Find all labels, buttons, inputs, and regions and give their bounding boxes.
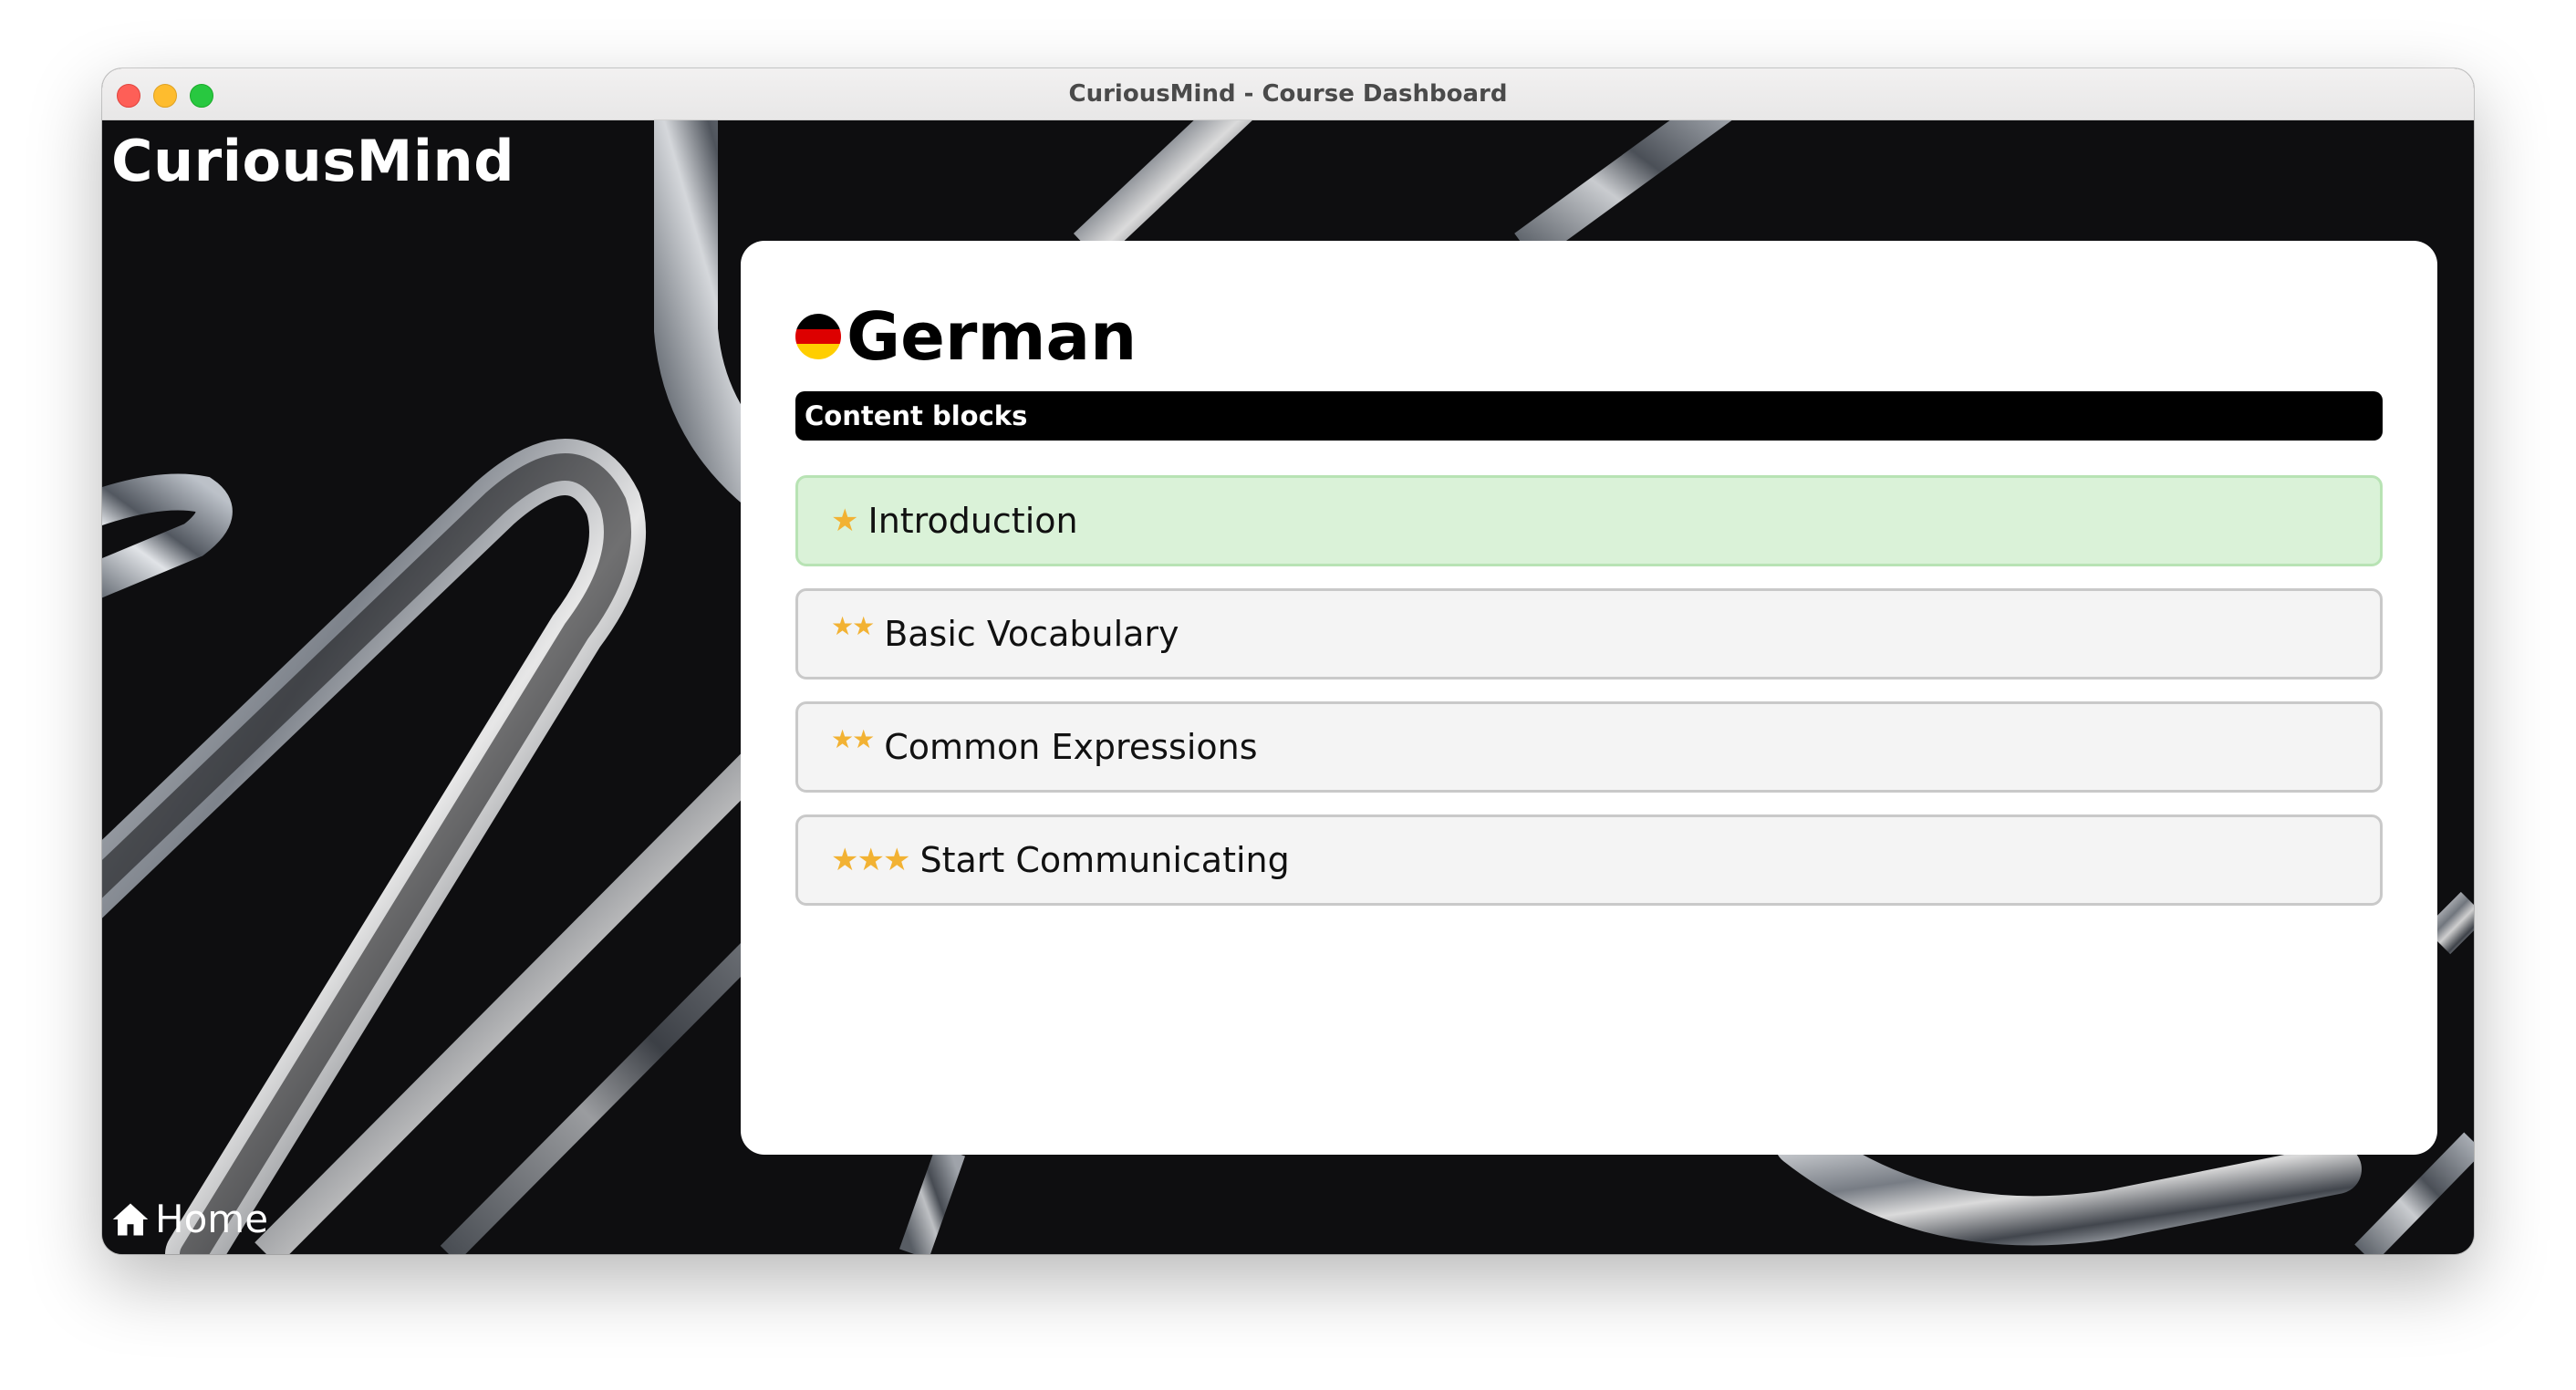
title-bar: CuriousMind - Course Dashboard bbox=[102, 68, 2474, 120]
difficulty-stars: ★★ bbox=[831, 723, 875, 754]
content-block-label: Introduction bbox=[867, 501, 1078, 541]
difficulty-stars: ★★★ bbox=[831, 842, 910, 878]
app-window: CuriousMind - Course Dashboard CuriousMi… bbox=[102, 68, 2474, 1254]
german-flag-icon bbox=[795, 314, 841, 359]
content-block-introduction[interactable]: ★ Introduction bbox=[795, 475, 2383, 566]
content-block-start-communicating[interactable]: ★★★ Start Communicating bbox=[795, 814, 2383, 906]
content-block-label: Start Communicating bbox=[919, 840, 1290, 880]
course-card: German Content blocks ★ Introduction ★★ … bbox=[741, 241, 2437, 1155]
home-label: Home bbox=[155, 1197, 269, 1241]
difficulty-stars: ★ bbox=[831, 503, 859, 539]
content-block-list: ★ Introduction ★★ Basic Vocabulary ★★ Co… bbox=[795, 475, 2383, 928]
content-block-label: Basic Vocabulary bbox=[884, 614, 1179, 654]
course-title: German bbox=[847, 298, 1137, 375]
app-brand: CuriousMind bbox=[111, 128, 515, 194]
content-blocks-header: Content blocks bbox=[795, 391, 2383, 441]
window-title: CuriousMind - Course Dashboard bbox=[1068, 80, 1508, 108]
content-block-common-expressions[interactable]: ★★ Common Expressions bbox=[795, 701, 2383, 793]
content-block-basic-vocabulary[interactable]: ★★ Basic Vocabulary bbox=[795, 588, 2383, 679]
course-header: German bbox=[795, 296, 1137, 378]
difficulty-stars: ★★ bbox=[831, 610, 875, 641]
main-content: CuriousMind Home German Content blocks ★ bbox=[102, 120, 2474, 1254]
home-link[interactable]: Home bbox=[111, 1197, 268, 1241]
content-block-label: Common Expressions bbox=[884, 727, 1258, 767]
home-icon bbox=[112, 1203, 149, 1235]
